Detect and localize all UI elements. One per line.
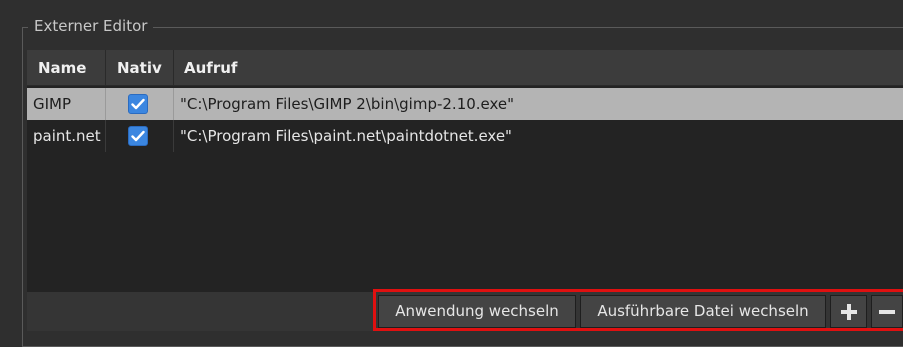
table-header: Name Nativ Aufruf xyxy=(27,50,903,86)
column-header-nativ[interactable]: Nativ xyxy=(106,50,174,86)
table-row[interactable]: GIMP "C:\Program Files\GIMP 2\bin\gimp-2… xyxy=(27,88,903,120)
cell-name: GIMP xyxy=(27,88,106,120)
checkmark-icon xyxy=(131,130,145,142)
highlight-frame xyxy=(373,289,903,331)
cell-aufruf: "C:\Program Files\paint.net\paintdotnet.… xyxy=(180,127,512,145)
cell-nativ xyxy=(106,88,174,120)
checkmark-icon xyxy=(131,98,145,110)
column-header-name[interactable]: Name xyxy=(27,50,106,86)
group-title: Externer Editor xyxy=(28,17,154,35)
cell-nativ xyxy=(106,120,174,152)
cell-name: paint.net xyxy=(27,120,106,152)
editor-table[interactable]: Name Nativ Aufruf GIMP "C:\Program Files… xyxy=(27,50,903,292)
column-header-aufruf[interactable]: Aufruf xyxy=(174,50,903,86)
table-row[interactable]: paint.net "C:\Program Files\paint.net\pa… xyxy=(27,120,903,152)
nativ-checkbox[interactable] xyxy=(128,94,148,114)
cell-aufruf: "C:\Program Files\GIMP 2\bin\gimp-2.10.e… xyxy=(180,95,515,113)
nativ-checkbox[interactable] xyxy=(128,126,148,146)
